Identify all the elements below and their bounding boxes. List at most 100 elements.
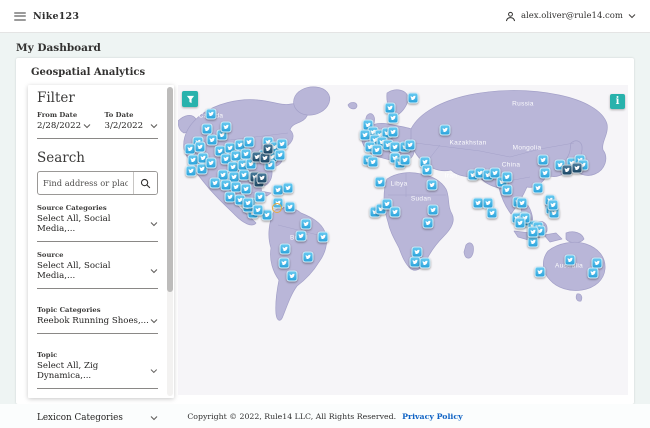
tweet-cluster-marker[interactable] [274, 149, 286, 161]
tweet-cluster-marker[interactable] [302, 251, 314, 263]
user-menu[interactable]: alex.oliver@rule14.com [505, 11, 636, 22]
twitter-bird-icon [530, 229, 536, 235]
tweet-cluster-marker[interactable] [399, 154, 411, 166]
tweet-cluster-marker[interactable] [256, 172, 268, 184]
tweet-cluster-marker[interactable] [243, 136, 255, 148]
chevron-down-icon [150, 319, 158, 324]
tweet-cluster-marker[interactable] [486, 207, 498, 219]
tweet-cluster-marker[interactable] [317, 231, 329, 243]
tweet-cluster-marker[interactable] [276, 138, 288, 150]
twitter-bird-icon [424, 167, 430, 173]
tweet-cluster-marker[interactable] [254, 191, 266, 203]
twitter-bird-icon [504, 174, 510, 180]
lexicon-categories-toggle[interactable]: Lexicon Categories [37, 413, 158, 423]
tweet-cluster-marker[interactable] [194, 141, 206, 153]
tweet-cluster-marker[interactable] [564, 254, 576, 266]
map-filter-button[interactable] [182, 91, 198, 107]
tweet-cluster-marker[interactable] [537, 154, 549, 166]
from-date-select[interactable]: 2/28/2022 [37, 121, 91, 131]
panel-scrollbar [167, 87, 173, 396]
twitter-bird-icon [567, 257, 573, 263]
twitter-bird-icon [257, 194, 263, 200]
twitter-bird-icon [392, 144, 398, 150]
twitter-bird-icon [241, 172, 247, 178]
tweet-cluster-marker[interactable] [282, 182, 294, 194]
tweet-cluster-marker[interactable] [527, 236, 539, 248]
tweet-cluster-marker[interactable] [539, 167, 551, 179]
tweet-cluster-marker[interactable] [220, 121, 232, 133]
twitter-bird-icon [305, 254, 311, 260]
tweet-cluster-marker[interactable] [501, 171, 513, 183]
tweet-cluster-marker[interactable] [532, 182, 544, 194]
hamburger-menu-icon[interactable] [14, 11, 26, 21]
search-input[interactable] [38, 172, 133, 194]
tweet-cluster-marker[interactable] [571, 162, 583, 174]
tweet-cluster-marker[interactable] [387, 126, 399, 138]
tweet-cluster-marker[interactable] [534, 266, 546, 278]
topic-label: Topic [37, 351, 58, 359]
panel-scrollbar-thumb[interactable] [167, 87, 173, 292]
tweet-cluster-marker[interactable] [206, 134, 218, 146]
tweet-cluster-marker[interactable] [262, 143, 274, 155]
twitter-bird-icon [425, 220, 431, 226]
tweet-cluster-marker[interactable] [516, 197, 528, 209]
twitter-bird-icon [197, 144, 203, 150]
search-heading: Search [37, 150, 85, 166]
topic-select[interactable]: Select All, Zig Dynamica,... [37, 361, 158, 381]
twitter-bird-icon [504, 187, 510, 193]
source-select[interactable]: Select All, Social Media,... [37, 261, 158, 281]
tweet-cluster-marker[interactable] [367, 156, 379, 168]
tweet-cluster-marker[interactable] [426, 179, 438, 191]
tweet-cluster-marker[interactable] [587, 267, 599, 279]
world-map-graphic [178, 86, 608, 321]
tweet-cluster-marker[interactable] [404, 139, 416, 151]
tweet-cluster-marker[interactable] [371, 144, 383, 156]
topic-categories-label: Topic Categories [37, 306, 101, 314]
twitter-bird-icon [564, 167, 570, 173]
tweet-cluster-marker[interactable] [501, 184, 513, 196]
tweet-cluster-marker[interactable] [240, 183, 252, 195]
twitter-bird-icon [303, 221, 309, 227]
tweet-cluster-marker[interactable] [300, 218, 312, 230]
tweet-cluster-marker[interactable] [419, 257, 431, 269]
tweet-cluster-marker[interactable] [374, 176, 386, 188]
tweet-cluster-marker[interactable] [421, 164, 433, 176]
twitter-bird-icon [370, 159, 376, 165]
map-info-button[interactable]: i [610, 94, 625, 109]
tweet-cluster-marker[interactable] [286, 270, 298, 282]
topic-categories-value: Reebok Running Shoes,... [37, 316, 149, 326]
tweet-cluster-marker[interactable] [205, 108, 217, 120]
tweet-cluster-marker[interactable] [389, 206, 401, 218]
chevron-down-icon [83, 124, 90, 129]
twitter-bird-icon [227, 194, 233, 200]
search-button[interactable] [133, 172, 157, 194]
brand-title[interactable]: Nike123 [33, 11, 79, 22]
tweet-cluster-marker[interactable] [514, 217, 526, 229]
source-categories-select[interactable]: Select All, Social Media,... [37, 214, 158, 234]
topic-categories-select[interactable]: Reebok Running Shoes,... [37, 316, 158, 326]
twitter-bird-icon [282, 246, 288, 252]
tweet-cluster-marker[interactable] [209, 177, 221, 189]
divider [37, 388, 158, 389]
tweet-cluster-marker[interactable] [284, 201, 296, 213]
tweet-cluster-marker[interactable] [278, 257, 290, 269]
tweet-cluster-marker[interactable] [422, 217, 434, 229]
to-date-select[interactable]: 3/2/2022 [105, 121, 159, 131]
chevron-down-icon [150, 416, 158, 421]
tweet-cluster-marker[interactable] [279, 243, 291, 255]
geospatial-map[interactable]: CanadaRussiaKazakhstanMongoliaChinaIranL… [178, 85, 628, 395]
tweet-cluster-marker[interactable] [252, 204, 264, 216]
tweet-cluster-marker[interactable] [185, 165, 197, 177]
twitter-bird-icon [281, 260, 287, 266]
tweet-cluster-marker[interactable] [407, 92, 419, 104]
tweet-cluster-marker[interactable] [427, 204, 439, 216]
privacy-policy-link[interactable]: Privacy Policy [402, 412, 463, 421]
top-navbar: Nike123 alex.oliver@rule14.com [0, 0, 650, 33]
tweet-cluster-marker[interactable] [547, 199, 559, 211]
tweet-cluster-marker[interactable] [527, 226, 539, 238]
tweet-cluster-marker[interactable] [387, 112, 399, 124]
tweet-cluster-marker[interactable] [205, 157, 217, 169]
tweet-cluster-marker[interactable] [201, 123, 213, 135]
tweet-cluster-marker[interactable] [295, 230, 307, 242]
tweet-cluster-marker[interactable] [439, 124, 451, 136]
